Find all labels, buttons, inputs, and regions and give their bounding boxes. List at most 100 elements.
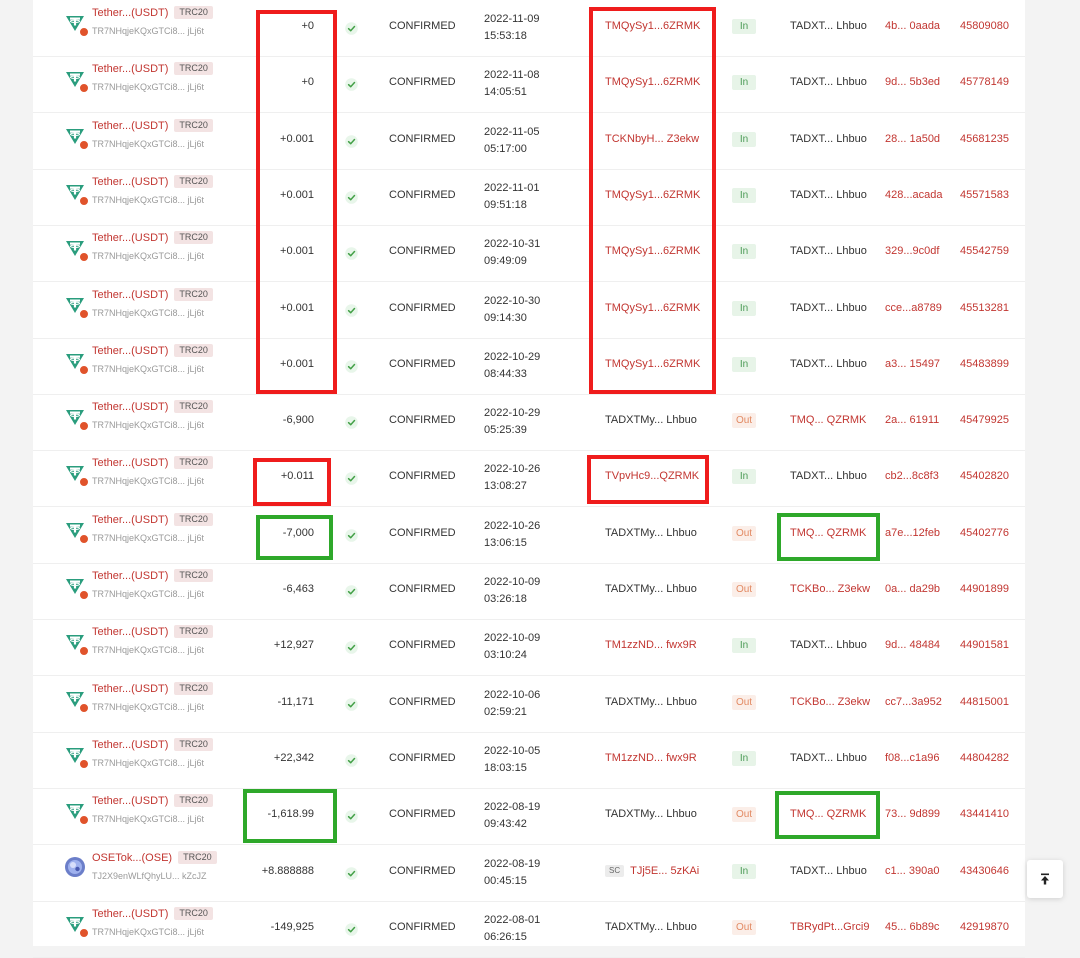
tx-hash-link[interactable]: 9d... 48484	[885, 639, 940, 651]
token-name-link[interactable]: Tether...(USDT)	[92, 176, 168, 188]
from-address[interactable]: TMQySy1...6ZRMK	[605, 20, 700, 32]
tx-hash-link[interactable]: 4b... 0aada	[885, 20, 940, 32]
tx-hash-link[interactable]: c1... 390a0	[885, 865, 939, 877]
tx-hash-link[interactable]: a3... 15497	[885, 358, 940, 370]
from-address-text[interactable]: TJj5E... 5zKAi	[630, 865, 699, 877]
to-address[interactable]: TMQ... QZRMK	[790, 414, 866, 426]
from-address-text[interactable]: TVpvHc9...QZRMK	[605, 470, 699, 482]
from-address-text[interactable]: TMQySy1...6ZRMK	[605, 245, 700, 257]
from-address[interactable]: TM1zzND... fwx9R	[605, 752, 697, 764]
from-address[interactable]: TMQySy1...6ZRMK	[605, 76, 700, 88]
from-address[interactable]: TCKNbyH... Z3ekw	[605, 133, 699, 145]
token-name-link[interactable]: Tether...(USDT)	[92, 401, 168, 413]
block-number-link[interactable]: 45809080	[960, 20, 1009, 32]
table-row: Tether...(USDT) TRC20 TR7NHqjeKQxGTCi8... …	[33, 676, 1025, 733]
to-address[interactable]: TMQ... QZRMK	[790, 527, 866, 539]
token-standard-badge: TRC20	[174, 794, 213, 808]
tx-hash-link[interactable]: 329...9c0df	[885, 245, 939, 257]
tx-hash-link[interactable]: 9d... 5b3ed	[885, 76, 940, 88]
block-number-link[interactable]: 42919870	[960, 921, 1009, 933]
from-address-text[interactable]: TMQySy1...6ZRMK	[605, 20, 700, 32]
time-value: 09:49:09	[484, 255, 527, 268]
token-name-link[interactable]: Tether...(USDT)	[92, 457, 168, 469]
token-name-link[interactable]: Tether...(USDT)	[92, 514, 168, 526]
token-standard-badge: TRC20	[174, 681, 213, 695]
tx-hash-link[interactable]: f08...c1a96	[885, 752, 939, 764]
from-address-text[interactable]: TMQySy1...6ZRMK	[605, 358, 700, 370]
token-name-link[interactable]: Tether...(USDT)	[92, 570, 168, 582]
token-name-link[interactable]: Tether...(USDT)	[92, 232, 168, 244]
to-address[interactable]: TCKBo... Z3ekw	[790, 583, 870, 595]
from-address[interactable]: TVpvHc9...QZRMK	[605, 470, 699, 482]
from-address-text[interactable]: TM1zzND... fwx9R	[605, 639, 697, 651]
scroll-to-top-button[interactable]	[1027, 860, 1063, 898]
block-number-link[interactable]: 45681235	[960, 133, 1009, 145]
from-address[interactable]: TMQySy1...6ZRMK	[605, 358, 700, 370]
token-name-link[interactable]: Tether...(USDT)	[92, 120, 168, 132]
block-number-link[interactable]: 45571583	[960, 189, 1009, 201]
from-address[interactable]: TMQySy1...6ZRMK	[605, 302, 700, 314]
tx-hash-link[interactable]: cce...a8789	[885, 302, 942, 314]
to-address[interactable]: TCKBo... Z3ekw	[790, 696, 870, 708]
to-address[interactable]: TBRydPt...Grci9	[790, 921, 869, 933]
tx-hash-link[interactable]: cc7...3a952	[885, 696, 942, 708]
block-number-link[interactable]: 44901581	[960, 639, 1009, 651]
table-row: Tether...(USDT) TRC20 TR7NHqjeKQxGTCi8... …	[33, 282, 1025, 339]
timestamp: 2022-08-19 09:43:42	[484, 799, 540, 833]
block-number-link[interactable]: 43430646	[960, 865, 1009, 877]
block-number-link[interactable]: 45778149	[960, 76, 1009, 88]
token-name-link[interactable]: Tether...(USDT)	[92, 626, 168, 638]
tx-hash-link[interactable]: 428...acada	[885, 189, 943, 201]
tx-hash-link[interactable]: a7e...12feb	[885, 527, 940, 539]
tx-hash-link[interactable]: cb2...8c8f3	[885, 470, 939, 482]
tx-hash-link[interactable]: 2a... 61911	[885, 414, 939, 426]
tx-hash-link[interactable]: 45... 6b89c	[885, 921, 939, 933]
to-address: TADXT... Lhbuo	[790, 639, 867, 652]
confirmed-check-icon	[345, 134, 358, 148]
tx-hash-link[interactable]: 28... 1a50d	[885, 133, 940, 145]
status-label: CONFIRMED	[389, 301, 456, 314]
amount-value: +0.001	[280, 245, 314, 258]
to-address: TADXT... Lhbuo	[790, 132, 867, 145]
from-address-text[interactable]: TCKNbyH... Z3ekw	[605, 133, 699, 145]
tx-hash-link[interactable]: 0a... da29b	[885, 583, 940, 595]
from-address-text[interactable]: TMQySy1...6ZRMK	[605, 76, 700, 88]
block-number-link[interactable]: 44804282	[960, 752, 1009, 764]
amount-value: +0	[301, 20, 314, 32]
block-number-link[interactable]: 45513281	[960, 302, 1009, 314]
to-address: TADXT... Lhbuo	[790, 245, 867, 258]
block-number-link[interactable]: 45542759	[960, 245, 1009, 257]
block-number-link[interactable]: 44901899	[960, 583, 1009, 595]
block-number-link[interactable]: 44815001	[960, 696, 1009, 708]
block-number-link[interactable]: 45479925	[960, 414, 1009, 426]
direction-badge: In	[732, 75, 756, 91]
token-name-link[interactable]: OSETok...(OSE)	[92, 852, 172, 864]
token-name-link[interactable]: Tether...(USDT)	[92, 795, 168, 807]
from-address[interactable]: TMQySy1...6ZRMK	[605, 189, 700, 201]
token-name-link[interactable]: Tether...(USDT)	[92, 7, 168, 19]
from-address[interactable]: TM1zzND... fwx9R	[605, 639, 697, 651]
token-contract-address: TR7NHqjeKQxGTCi8... jLj6t	[92, 138, 205, 149]
date-value: 2022-10-09	[484, 576, 541, 588]
token-name-link[interactable]: Tether...(USDT)	[92, 908, 168, 920]
from-address-text[interactable]: TM1zzND... fwx9R	[605, 752, 697, 764]
from-address-text[interactable]: TMQySy1...6ZRMK	[605, 302, 700, 314]
from-address[interactable]: SC TJj5E... 5zKAi	[605, 864, 699, 877]
from-address-text[interactable]: TMQySy1...6ZRMK	[605, 189, 700, 201]
amount-value: +22,342	[273, 751, 314, 764]
tron-network-dot-icon	[79, 815, 89, 826]
token-name-link[interactable]: Tether...(USDT)	[92, 289, 168, 301]
token-name-link[interactable]: Tether...(USDT)	[92, 739, 168, 751]
token-name-link[interactable]: Tether...(USDT)	[92, 345, 168, 357]
tx-hash-link[interactable]: 73... 9d899	[885, 808, 940, 820]
block-number-link[interactable]: 45483899	[960, 358, 1009, 370]
from-address[interactable]: TMQySy1...6ZRMK	[605, 245, 700, 257]
block-number-link[interactable]: 45402820	[960, 470, 1009, 482]
token-name-link[interactable]: Tether...(USDT)	[92, 683, 168, 695]
from-address: TADXTMy... Lhbuo	[605, 921, 697, 933]
block-number-link[interactable]: 43441410	[960, 808, 1009, 820]
block-number-link[interactable]: 45402776	[960, 527, 1009, 539]
token-name-link[interactable]: Tether...(USDT)	[92, 63, 168, 75]
tron-network-dot-icon	[79, 27, 89, 37]
to-address[interactable]: TMQ... QZRMK	[790, 808, 866, 820]
